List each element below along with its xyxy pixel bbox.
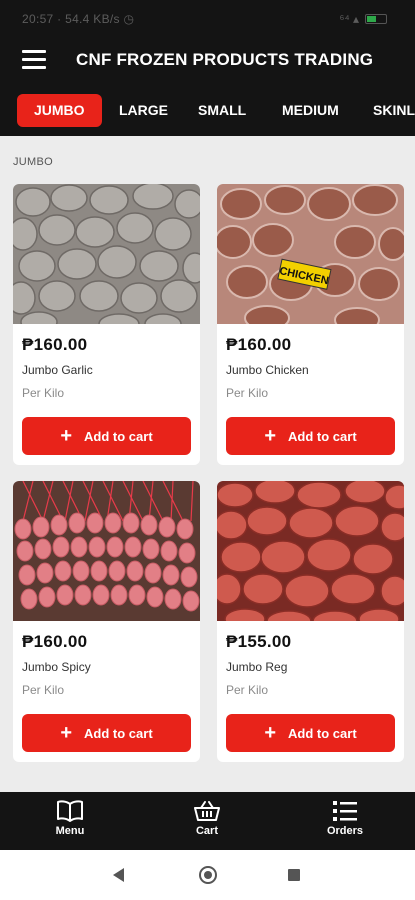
category-tabs: JUMBO LARGE SMALL MEDIUM SKINL: [0, 86, 415, 136]
product-image-regular[interactable]: [217, 481, 404, 621]
tab-medium[interactable]: MEDIUM: [282, 94, 339, 127]
recent-apps-icon[interactable]: [288, 869, 300, 881]
home-icon[interactable]: [199, 866, 217, 884]
product-image-chicken[interactable]: CHICKEN: [217, 184, 404, 324]
nav-menu-label: Menu: [55, 825, 85, 837]
bottom-navigation: Menu Cart Orders: [0, 792, 415, 850]
nav-menu[interactable]: Menu: [35, 800, 105, 837]
app-title: CNF FROZEN PRODUCTS TRADING: [76, 50, 374, 69]
system-navigation-bar: [0, 850, 415, 900]
signal-icon: ⁶⁴ ▴: [339, 12, 359, 26]
status-icons: ⁶⁴ ▴: [340, 12, 387, 26]
plus-icon: +: [60, 425, 73, 447]
plus-icon: +: [264, 722, 277, 744]
nav-cart-label: Cart: [195, 825, 218, 837]
product-name: Jumbo Garlic: [22, 363, 93, 377]
hamburger-line: [22, 50, 46, 53]
add-to-cart-button[interactable]: + Add to cart: [22, 714, 191, 752]
product-price: ₱160.00: [22, 632, 88, 651]
tab-small[interactable]: SMALL: [198, 94, 246, 127]
product-image-garlic[interactable]: [13, 184, 200, 324]
product-image-spicy[interactable]: [13, 481, 200, 621]
add-to-cart-button[interactable]: + Add to cart: [226, 417, 395, 455]
nav-orders[interactable]: Orders: [310, 800, 380, 837]
product-unit: Per Kilo: [22, 386, 65, 400]
product-list: JUMBO ₱160.00 Jumbo Garlic Per Kilo + Ad…: [0, 136, 415, 792]
product-unit: Per Kilo: [226, 683, 269, 697]
tab-large[interactable]: LARGE: [119, 94, 168, 127]
product-name: Jumbo Chicken: [226, 363, 309, 377]
nav-orders-label: Orders: [326, 825, 364, 837]
hamburger-line: [22, 58, 46, 61]
battery-icon: [365, 14, 387, 24]
status-bar: 20:57 · 54.4 KB/s ◷ ⁶⁴ ▴: [0, 0, 415, 36]
product-price: ₱160.00: [226, 335, 292, 354]
product-price: ₱155.00: [226, 632, 292, 651]
book-icon: [57, 800, 83, 822]
product-name: Jumbo Reg: [226, 660, 288, 674]
product-card: CHICKEN ₱160.00 Jumbo Chicken Per Kilo +…: [217, 184, 404, 465]
status-time: 20:57 · 54.4 KB/s ◷: [22, 12, 135, 26]
add-to-cart-label: Add to cart: [288, 725, 357, 741]
add-to-cart-button[interactable]: + Add to cart: [226, 714, 395, 752]
plus-icon: +: [60, 722, 73, 744]
product-card: ₱155.00 Jumbo Reg Per Kilo + Add to cart: [217, 481, 404, 762]
basket-icon: [194, 801, 220, 821]
product-unit: Per Kilo: [226, 386, 269, 400]
hamburger-line: [22, 66, 46, 69]
tab-jumbo[interactable]: JUMBO: [17, 94, 102, 127]
back-icon[interactable]: [113, 868, 124, 882]
nav-cart[interactable]: Cart: [172, 800, 242, 837]
product-card: ₱160.00 Jumbo Spicy Per Kilo + Add to ca…: [13, 481, 200, 762]
app-bar: CNF FROZEN PRODUCTS TRADING: [0, 36, 415, 86]
product-card: ₱160.00 Jumbo Garlic Per Kilo + Add to c…: [13, 184, 200, 465]
product-price: ₱160.00: [22, 335, 88, 354]
add-to-cart-label: Add to cart: [84, 725, 153, 741]
product-unit: Per Kilo: [22, 683, 65, 697]
add-to-cart-button[interactable]: + Add to cart: [22, 417, 191, 455]
section-label: JUMBO: [13, 156, 53, 168]
tab-skinless[interactable]: SKINL: [373, 94, 415, 127]
product-name: Jumbo Spicy: [22, 660, 91, 674]
hamburger-menu-button[interactable]: [22, 50, 46, 70]
list-icon: [333, 801, 357, 821]
add-to-cart-label: Add to cart: [84, 428, 153, 444]
add-to-cart-label: Add to cart: [288, 428, 357, 444]
plus-icon: +: [264, 425, 277, 447]
